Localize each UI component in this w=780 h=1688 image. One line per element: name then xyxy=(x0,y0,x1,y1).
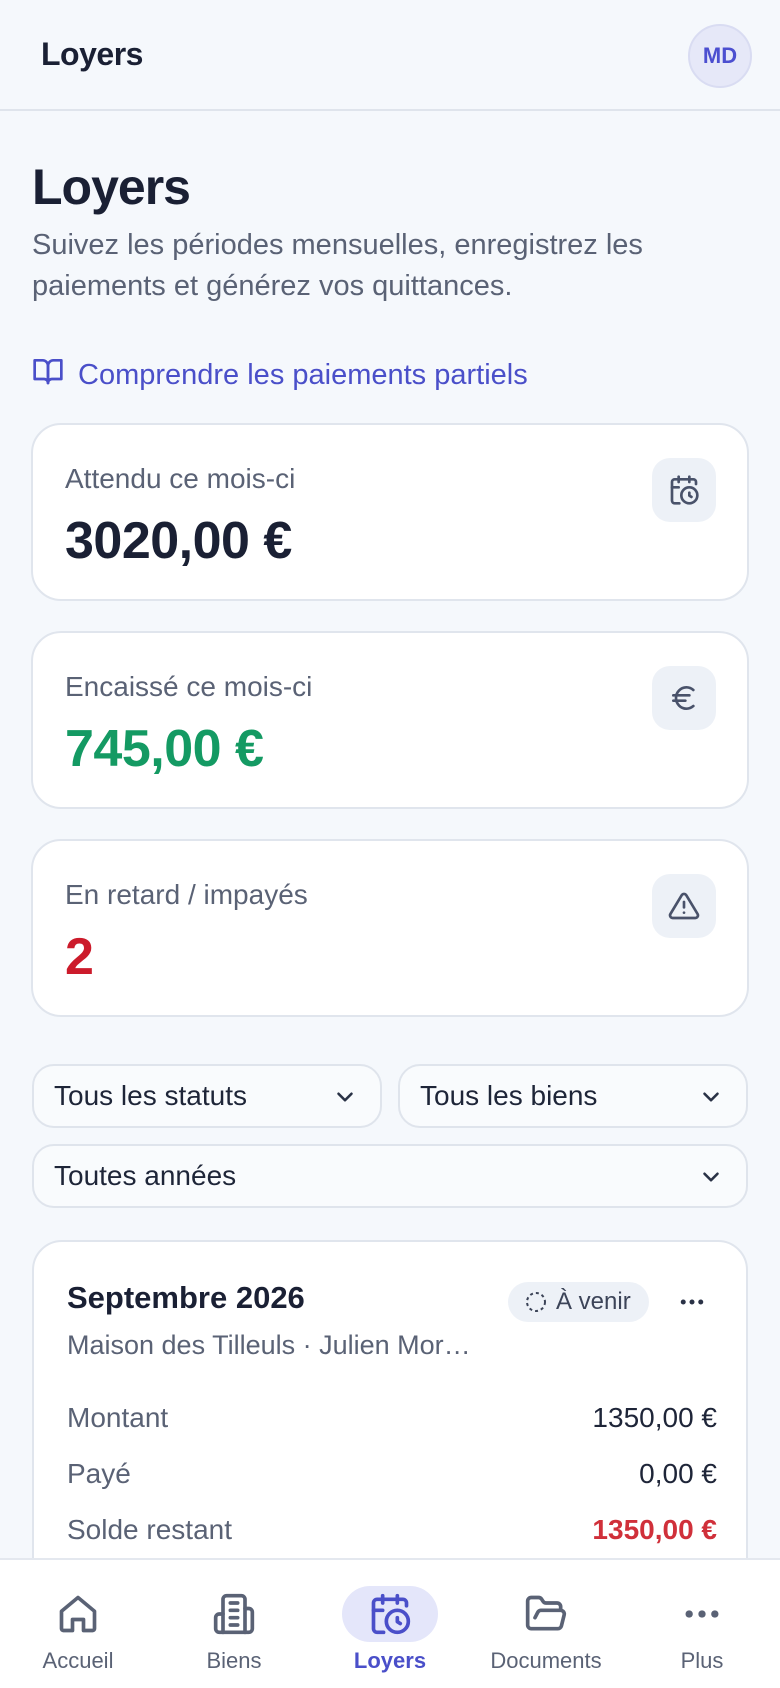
calendar-clock-icon xyxy=(652,458,716,522)
nav-item-rents[interactable]: Loyers xyxy=(312,1560,468,1688)
stat-card-overdue: En retard / impayés 2 xyxy=(31,839,749,1017)
row-value: 0,00 € xyxy=(639,1458,717,1489)
page-subtitle: Suivez les périodes mensuelles, enregist… xyxy=(32,229,643,302)
status-badge: À venir xyxy=(508,1282,649,1322)
nav-label: Plus xyxy=(680,1648,724,1673)
row-label: Solde restant xyxy=(67,1514,232,1545)
status-badge-label: À venir xyxy=(556,1288,631,1315)
app-title: Loyers xyxy=(41,36,143,72)
status-filter-value: Tous les statuts xyxy=(54,1080,247,1111)
more-horizontal-icon xyxy=(654,1586,750,1642)
nav-label: Accueil xyxy=(42,1648,114,1673)
rent-property-tenant: Maison des Tilleuls · Julien Mor… xyxy=(67,1330,471,1360)
paid-row: Payé 0,00 € xyxy=(67,1454,717,1494)
page-title: Loyers xyxy=(32,159,191,215)
stat-label: Encaissé ce mois-ci xyxy=(65,671,313,702)
stat-value: 3020,00 € xyxy=(65,512,292,570)
property-filter-value: Tous les biens xyxy=(420,1080,598,1111)
calendar-clock-icon xyxy=(342,1586,438,1642)
more-options-button[interactable] xyxy=(670,1282,714,1322)
chevron-down-icon xyxy=(337,1092,353,1102)
nav-label: Biens xyxy=(206,1648,262,1673)
folder-icon xyxy=(498,1586,594,1642)
row-value: 1350,00 € xyxy=(592,1514,717,1545)
stat-card-collected: Encaissé ce mois-ci 745,00 € xyxy=(31,631,749,809)
row-value: 1350,00 € xyxy=(592,1402,717,1433)
book-icon xyxy=(32,355,64,395)
home-icon xyxy=(30,1586,126,1642)
avatar[interactable]: MD xyxy=(688,24,752,88)
amount-row: Montant 1350,00 € xyxy=(67,1398,717,1438)
nav-item-home[interactable]: Accueil xyxy=(0,1560,156,1688)
stat-value: 745,00 € xyxy=(65,720,264,778)
more-horizontal-icon xyxy=(680,1299,704,1305)
top-bar: Loyers MD xyxy=(0,0,780,111)
remaining-balance-row: Solde restant 1350,00 € xyxy=(67,1510,717,1550)
nav-item-more[interactable]: Plus xyxy=(624,1560,780,1688)
nav-item-documents[interactable]: Documents xyxy=(468,1560,624,1688)
row-label: Payé xyxy=(67,1458,131,1489)
chevron-down-icon xyxy=(703,1092,719,1102)
euro-icon xyxy=(652,666,716,730)
nav-label: Documents xyxy=(490,1648,602,1673)
partial-payments-help-link[interactable]: Comprendre les paiements partiels xyxy=(32,355,528,395)
dashed-circle-icon xyxy=(526,1292,546,1312)
nav-item-properties[interactable]: Biens xyxy=(156,1560,312,1688)
status-filter-select[interactable]: Tous les statuts xyxy=(32,1064,382,1128)
row-label: Montant xyxy=(67,1402,169,1433)
bottom-navigation: Accueil Biens Loyers Documents Plus xyxy=(0,1558,780,1688)
stat-value: 2 xyxy=(65,928,94,986)
stat-label: Attendu ce mois-ci xyxy=(65,463,296,494)
chevron-down-icon xyxy=(703,1172,719,1182)
stat-card-expected: Attendu ce mois-ci 3020,00 € xyxy=(31,423,749,601)
stat-label: En retard / impayés xyxy=(65,879,308,910)
help-link-label: Comprendre les paiements partiels xyxy=(78,358,528,391)
building-icon xyxy=(186,1586,282,1642)
rent-period-title: Septembre 2026 xyxy=(67,1280,305,1315)
warning-icon xyxy=(652,874,716,938)
year-filter-value: Toutes années xyxy=(54,1160,237,1191)
property-filter-select[interactable]: Tous les biens xyxy=(398,1064,748,1128)
year-filter-select[interactable]: Toutes années xyxy=(32,1144,748,1208)
nav-label: Loyers xyxy=(353,1648,427,1673)
